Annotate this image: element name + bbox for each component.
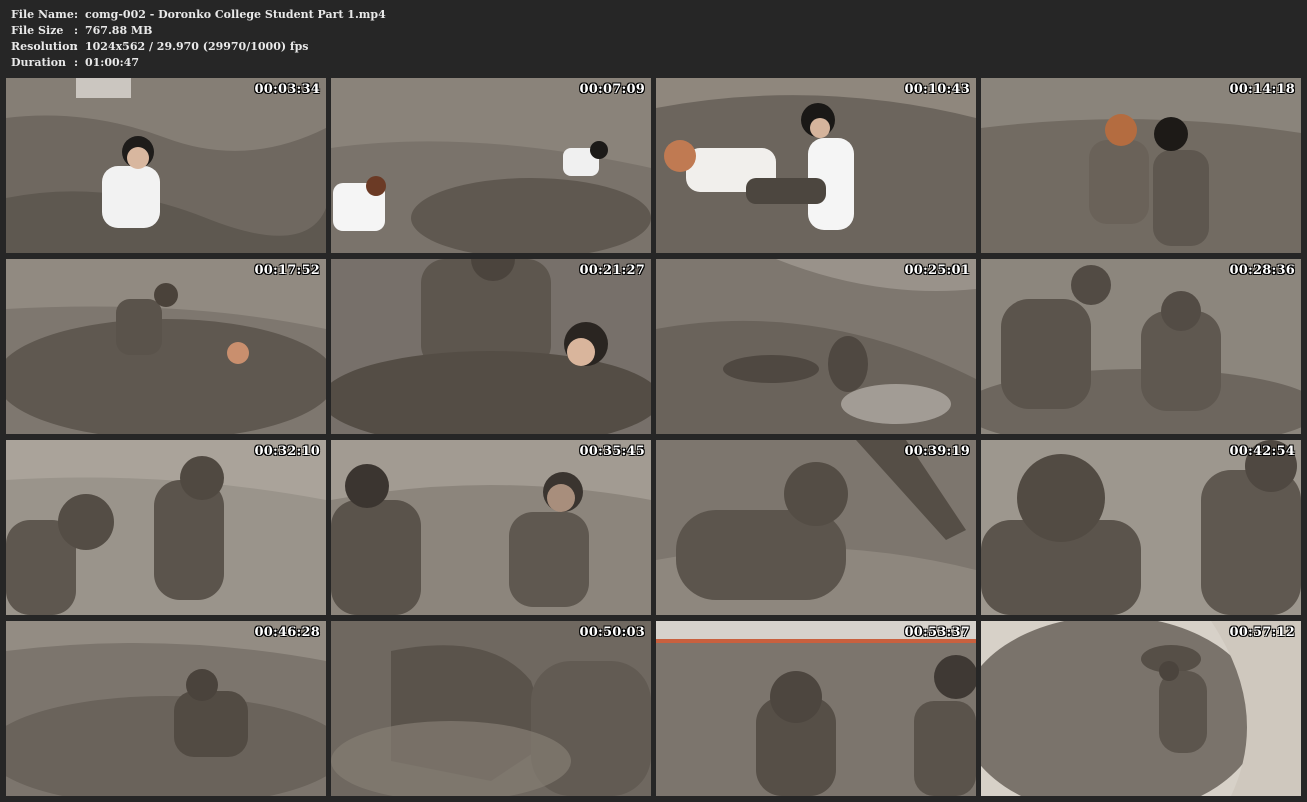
thumbnail[interactable]: 00:28:36 (981, 259, 1301, 434)
thumbnail[interactable]: 00:25:01 (656, 259, 976, 434)
mud-scene-image (6, 259, 326, 434)
mud-scene-image (656, 621, 976, 796)
thumbnail[interactable]: 00:53:37 (656, 621, 976, 796)
thumbnail-timestamp: 00:25:01 (904, 263, 970, 278)
file-size-label: File Size (11, 24, 64, 37)
thumbnail-grid: 00:03:34 00:07:09 00:10:43 00:14:18 00:1… (6, 78, 1301, 796)
thumbnail-timestamp: 00:07:09 (579, 82, 645, 97)
thumbnail[interactable]: 00:21:27 (331, 259, 651, 434)
thumbnail-timestamp: 00:53:37 (904, 625, 970, 640)
thumbnail[interactable]: 00:07:09 (331, 78, 651, 253)
mud-scene-image (331, 78, 651, 253)
mud-scene-image (656, 440, 976, 615)
file-name-value: comg-002 - Doronko College Student Part … (85, 8, 386, 21)
thumbnail[interactable]: 00:39:19 (656, 440, 976, 615)
thumbnail[interactable]: 00:57:12 (981, 621, 1301, 796)
file-name-label: File Name (11, 8, 74, 21)
mud-scene-image (331, 259, 651, 434)
thumbnail[interactable]: 00:32:10 (6, 440, 326, 615)
thumbnail-timestamp: 00:50:03 (579, 625, 645, 640)
mud-scene-image (981, 259, 1301, 434)
thumbnail-timestamp: 00:35:45 (579, 444, 645, 459)
separator: : (74, 24, 79, 37)
thumbnail[interactable]: 00:46:28 (6, 621, 326, 796)
thumbnail-timestamp: 00:21:27 (579, 263, 645, 278)
mud-scene-image (6, 78, 326, 253)
mud-scene-image (331, 621, 651, 796)
thumbnail-timestamp: 00:10:43 (904, 82, 970, 97)
thumbnail[interactable]: 00:35:45 (331, 440, 651, 615)
thumbnail-timestamp: 00:17:52 (254, 263, 320, 278)
file-size-row: File Size : 767.88 MB (11, 23, 386, 39)
duration-row: Duration : 01:00:47 (11, 55, 386, 71)
mud-scene-image (981, 440, 1301, 615)
thumbnail[interactable]: 00:50:03 (331, 621, 651, 796)
resolution-value: 1024x562 / 29.970 (29970/1000) fps (85, 40, 309, 53)
thumbnail-timestamp: 00:28:36 (1229, 263, 1295, 278)
thumbnail[interactable]: 00:03:34 (6, 78, 326, 253)
resolution-label: Resolution (11, 40, 78, 53)
thumbnail-timestamp: 00:46:28 (254, 625, 320, 640)
thumbnail-timestamp: 00:14:18 (1229, 82, 1295, 97)
mud-scene-image (6, 621, 326, 796)
separator: : (74, 40, 79, 53)
resolution-row: Resolution : 1024x562 / 29.970 (29970/10… (11, 39, 386, 55)
file-info-panel: File Name : comg-002 - Doronko College S… (11, 7, 386, 71)
thumbnail[interactable]: 00:10:43 (656, 78, 976, 253)
mud-scene-image (981, 621, 1301, 796)
mud-scene-image (981, 78, 1301, 253)
thumbnail[interactable]: 00:42:54 (981, 440, 1301, 615)
thumbnail-timestamp: 00:57:12 (1229, 625, 1295, 640)
thumbnail[interactable]: 00:14:18 (981, 78, 1301, 253)
mud-scene-image (656, 78, 976, 253)
file-size-value: 767.88 MB (85, 24, 153, 37)
thumbnail[interactable]: 00:17:52 (6, 259, 326, 434)
file-name-row: File Name : comg-002 - Doronko College S… (11, 7, 386, 23)
separator: : (74, 8, 79, 21)
mud-scene-image (6, 440, 326, 615)
duration-label: Duration (11, 56, 67, 69)
mud-scene-image (331, 440, 651, 615)
mud-scene-image (656, 259, 976, 434)
thumbnail-timestamp: 00:03:34 (254, 82, 320, 97)
thumbnail-timestamp: 00:39:19 (904, 444, 970, 459)
thumbnail-timestamp: 00:32:10 (254, 444, 320, 459)
duration-value: 01:00:47 (85, 56, 140, 69)
thumbnail-timestamp: 00:42:54 (1229, 444, 1295, 459)
separator: : (74, 56, 79, 69)
